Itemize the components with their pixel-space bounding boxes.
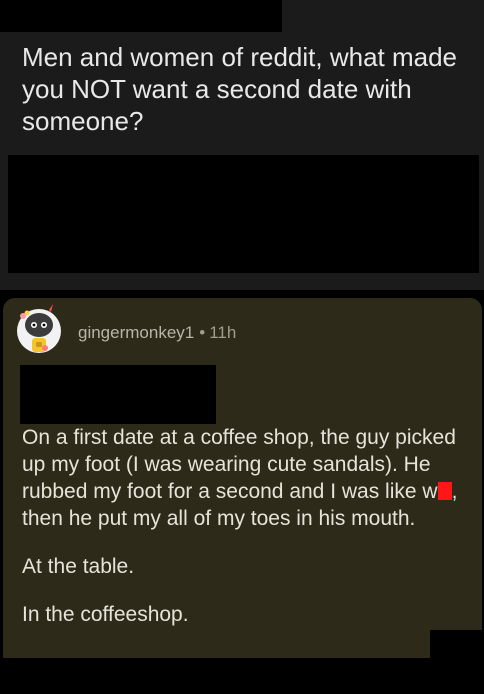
comment-paragraph: In the coffeeshop. (22, 603, 189, 626)
comment-age: 11h (209, 323, 237, 342)
user-avatar[interactable] (15, 304, 63, 362)
avatar-icon (17, 304, 61, 353)
redaction-block (8, 155, 479, 273)
bottom-bar (0, 658, 484, 694)
meta-separator: • (199, 323, 206, 342)
red-redaction-mark (437, 482, 452, 500)
comment-paragraph: At the table. (22, 555, 135, 578)
comment-text-segment: On a first date at a coffee shop, the gu… (22, 426, 456, 503)
divider (0, 290, 484, 298)
comment-meta: gingermonkey1 • 11h (78, 323, 236, 343)
redaction-block (20, 365, 216, 424)
post-title: Men and women of reddit, what made you N… (22, 42, 458, 136)
comment-body: On a first date at a coffee shop, the gu… (22, 424, 472, 628)
redaction-block (0, 0, 282, 32)
comment-username[interactable]: gingermonkey1 (78, 323, 194, 342)
comment-paragraph: On a first date at a coffee shop, the gu… (22, 424, 472, 532)
